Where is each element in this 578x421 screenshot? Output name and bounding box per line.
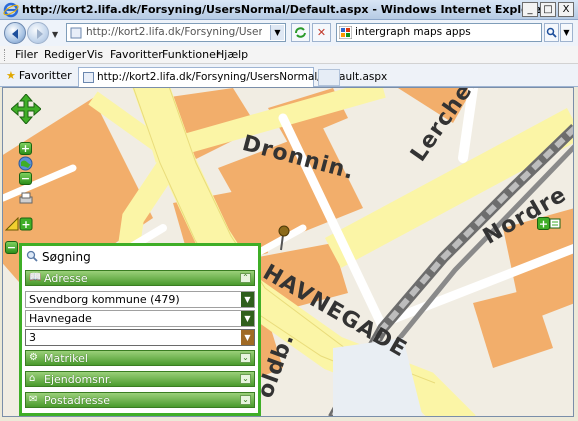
recent-pages-dropdown[interactable]: ▼	[52, 30, 58, 39]
chevron-down-icon[interactable]: ▼	[241, 330, 254, 345]
search-panel-title: Søgning	[42, 250, 91, 264]
collapse-search-button[interactable]: −	[5, 241, 18, 254]
property-icon: ⌂	[29, 373, 36, 384]
menu-bar: Filer Rediger Vis Favoritter Funktioner …	[0, 46, 578, 64]
stop-button[interactable]: ✕	[312, 23, 331, 42]
chevron-down-icon[interactable]: ▼	[241, 292, 254, 307]
chevron-down-icon[interactable]: ⌄	[240, 395, 251, 405]
globe-icon[interactable]	[18, 156, 33, 171]
chevron-down-icon[interactable]: ▼	[241, 311, 254, 326]
mail-icon: ✉	[29, 394, 38, 405]
page-icon	[83, 72, 94, 83]
section-adresse[interactable]: 📖 Adresse ⌃	[25, 270, 255, 286]
house-number-select[interactable]: 3 ▼	[25, 329, 255, 346]
tab-bar: ★ Favoritter http://kort2.lifa.dk/Forsyni…	[0, 64, 578, 87]
active-tab[interactable]: http://kort2.lifa.dk/Forsyning/UsersNorm…	[78, 67, 387, 87]
menu-help[interactable]: Hjælp	[216, 48, 248, 61]
menu-edit[interactable]: Rediger	[44, 48, 86, 61]
measure-tool-icon[interactable]: +	[5, 217, 33, 231]
section-ejendomsnr[interactable]: ⌂ Ejendomsnr. ⌄	[25, 371, 255, 387]
window-title: http://kort2.lifa.dk/Forsyning/UsersNorm…	[22, 3, 548, 16]
chevron-down-icon[interactable]: ⌄	[240, 353, 251, 363]
zoom-out-button[interactable]: −	[19, 172, 32, 185]
favorites-button[interactable]: ★ Favoritter	[6, 69, 72, 82]
section-adresse-label: Adresse	[44, 272, 88, 285]
favorites-label: Favoritter	[18, 69, 72, 82]
minimize-button[interactable]: _	[522, 2, 538, 17]
house-number-value: 3	[29, 331, 36, 344]
section-matrikel-label: Matrikel	[44, 352, 88, 365]
refresh-button[interactable]	[291, 23, 310, 42]
location-pin-icon[interactable]	[277, 225, 291, 251]
zoom-in-button[interactable]: +	[19, 142, 32, 155]
forward-button[interactable]	[27, 22, 49, 44]
pan-control-icon[interactable]	[11, 94, 41, 124]
magnifier-icon	[26, 250, 38, 262]
title-bar: http://kort2.lifa.dk/Forsyning/UsersNorm…	[0, 0, 578, 20]
section-postadresse-label: Postadresse	[44, 394, 111, 407]
section-matrikel[interactable]: ⚙ Matrikel ⌄	[25, 350, 255, 366]
search-value: intergraph maps apps	[355, 26, 471, 38]
toolbar-grip	[4, 49, 7, 61]
address-dropdown[interactable]: ▼	[270, 25, 284, 40]
search-panel-header: Søgning	[26, 250, 91, 266]
new-tab-button[interactable]	[318, 69, 340, 86]
section-postadresse[interactable]: ✉ Postadresse ⌄	[25, 392, 255, 408]
internet-explorer-icon	[3, 2, 19, 18]
back-button[interactable]	[4, 22, 26, 44]
address-url: http://kort2.lifa.dk/Forsyning/UsersNorm…	[86, 26, 262, 38]
address-book-icon: 📖	[29, 272, 42, 283]
search-button[interactable]	[544, 23, 559, 42]
forward-arrow-icon	[37, 29, 43, 39]
status-bar	[0, 417, 578, 421]
chevron-down-icon[interactable]: ⌄	[240, 374, 251, 384]
street-value: Havnegade	[29, 312, 92, 325]
search-panel: Søgning 📖 Adresse ⌃ Svendborg kommune (4…	[19, 243, 261, 416]
address-toolbar: ▼ http://kort2.lifa.dk/Forsyning/UsersNo…	[0, 20, 578, 46]
kommune-value: Svendborg kommune (479)	[29, 293, 180, 306]
cadastre-icon: ⚙	[29, 352, 38, 363]
menu-favorites[interactable]: Favoritter	[110, 48, 163, 61]
layers-panel-button-icon[interactable]: +	[537, 217, 561, 231]
menu-tools[interactable]: Funktioner	[162, 48, 220, 61]
menu-file[interactable]: Filer	[15, 48, 38, 61]
google-icon	[339, 26, 352, 39]
section-ejendomsnr-label: Ejendomsnr.	[44, 373, 112, 386]
kommune-select[interactable]: Svendborg kommune (479) ▼	[25, 291, 255, 308]
refresh-icon	[295, 27, 306, 38]
close-button[interactable]: X	[558, 2, 574, 17]
search-icon	[546, 27, 557, 38]
chevron-up-icon[interactable]: ⌃	[240, 273, 251, 283]
search-options-dropdown[interactable]: ▼	[560, 23, 573, 42]
favorites-star-icon: ★	[6, 69, 16, 82]
maximize-button[interactable]: □	[540, 2, 556, 17]
page-icon	[70, 27, 82, 39]
street-select[interactable]: Havnegade ▼	[25, 310, 255, 327]
address-field[interactable]: http://kort2.lifa.dk/Forsyning/UsersNorm…	[66, 23, 286, 42]
map-view[interactable]: Dronnin. Lerches Nordre HAVNEGADE oldb. …	[2, 87, 574, 417]
back-arrow-icon	[12, 29, 18, 39]
svg-text:+: +	[21, 218, 30, 231]
tab-title: http://kort2.lifa.dk/Forsyning/UsersNorm…	[97, 71, 388, 83]
svg-text:+: +	[539, 218, 548, 231]
print-icon[interactable]	[18, 192, 34, 206]
menu-view[interactable]: Vis	[87, 48, 103, 61]
stop-icon: ✕	[316, 26, 327, 39]
search-input[interactable]: intergraph maps apps	[336, 23, 542, 42]
